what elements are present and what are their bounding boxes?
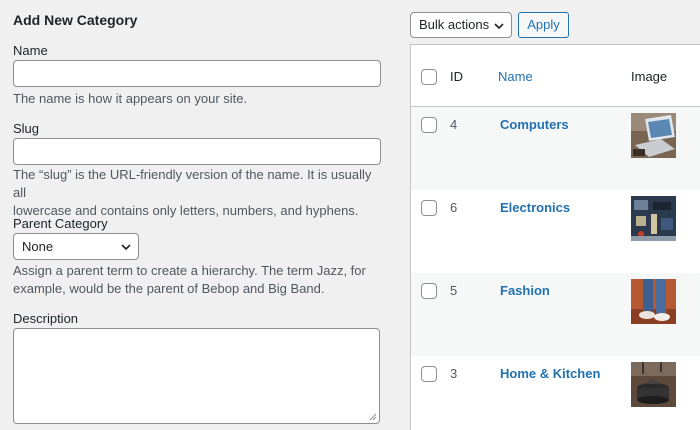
row-checkbox[interactable] xyxy=(421,283,437,299)
name-label: Name xyxy=(13,43,48,58)
row-id: 3 xyxy=(450,366,458,381)
chevron-down-icon xyxy=(494,23,504,30)
form-title: Add New Category xyxy=(13,12,138,28)
name-help: The name is how it appears on your site. xyxy=(13,91,248,106)
select-all-checkbox[interactable] xyxy=(421,69,437,85)
column-image: Image xyxy=(631,69,668,84)
parent-help-line2: example, would be the parent of Bebop an… xyxy=(13,281,325,296)
description-textarea[interactable] xyxy=(13,328,380,424)
row-checkbox[interactable] xyxy=(421,366,437,382)
categories-table: ID Name Image 4 Computers 6 Electronics xyxy=(410,44,700,430)
row-id: 5 xyxy=(450,283,458,298)
row-checkbox[interactable] xyxy=(421,200,437,216)
slug-label: Slug xyxy=(13,121,40,136)
parent-category-label: Parent Category xyxy=(13,216,108,231)
slug-help: The “slug” is the URL-friendly version o… xyxy=(13,166,383,220)
parent-help: Assign a parent term to create a hierarc… xyxy=(13,262,383,298)
bulk-actions-value: Bulk actions xyxy=(419,17,490,32)
parent-category-value: None xyxy=(22,239,54,254)
parent-help-line1: Assign a parent term to create a hierarc… xyxy=(13,263,366,278)
description-label: Description xyxy=(13,311,79,326)
table-row: 4 Computers xyxy=(411,107,700,190)
bulk-actions-select[interactable]: Bulk actions xyxy=(410,12,512,38)
table-row: 5 Fashion xyxy=(411,273,700,356)
laptop-photo xyxy=(631,113,676,158)
column-id: ID xyxy=(450,69,463,84)
parent-category-select[interactable]: None xyxy=(13,233,139,260)
chevron-down-icon xyxy=(121,244,131,251)
resize-handle-icon[interactable] xyxy=(369,413,377,421)
jeans-sneakers-photo xyxy=(631,279,676,324)
row-name-link[interactable]: Computers xyxy=(500,117,569,132)
table-header: ID Name Image xyxy=(411,45,700,107)
cooking-pot-photo xyxy=(631,362,676,407)
row-name-link[interactable]: Home & Kitchen xyxy=(500,366,600,381)
row-id: 4 xyxy=(450,117,458,132)
row-name-link[interactable]: Fashion xyxy=(500,283,550,298)
row-name-link[interactable]: Electronics xyxy=(500,200,570,215)
slug-help-line1: The “slug” is the URL-friendly version o… xyxy=(13,167,372,200)
row-checkbox[interactable] xyxy=(421,117,437,133)
table-row: 3 Home & Kitchen xyxy=(411,356,700,430)
slug-input[interactable] xyxy=(13,138,381,165)
column-name-sort-link[interactable]: Name xyxy=(498,69,533,84)
table-row: 6 Electronics xyxy=(411,190,700,273)
name-input[interactable] xyxy=(13,60,381,87)
row-id: 6 xyxy=(450,200,458,215)
apply-button[interactable]: Apply xyxy=(518,12,569,38)
circuit-board-photo xyxy=(631,196,676,241)
